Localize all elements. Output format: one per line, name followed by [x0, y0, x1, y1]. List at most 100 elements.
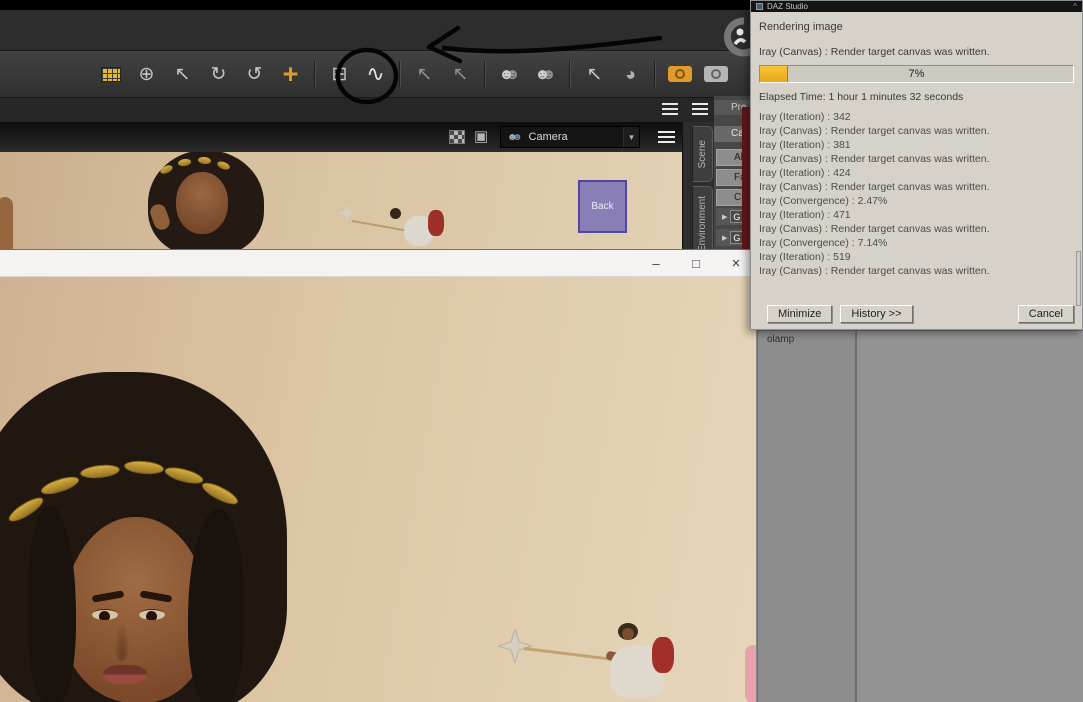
aspect-frame-icon[interactable] [449, 130, 465, 144]
dialog-heading: Rendering image [759, 21, 843, 33]
progress-percent: 7% [908, 68, 925, 80]
panel-divider[interactable] [855, 331, 857, 702]
globe-glyph: ⊕ [138, 63, 155, 85]
mini-pointer-glyph: ↖ [452, 63, 469, 85]
render-window-titlebar[interactable]: – □ × [0, 250, 756, 277]
cube-view-icon[interactable]: ▣ [474, 127, 488, 145]
elapsed-time: Elapsed Time: 1 hour 1 minutes 32 second… [759, 91, 964, 103]
expand-arrow-icon[interactable]: ▶ [722, 234, 727, 242]
nose-shadow [114, 619, 130, 661]
panel-section [857, 331, 1083, 702]
small-figure-red [428, 210, 444, 236]
rotate-glyph: ↻ [210, 63, 227, 85]
pointer-glyph: ↖ [174, 63, 191, 85]
people-icon: ☻ [507, 131, 518, 143]
bottom-right-panel: olamp [757, 330, 1083, 702]
sub-toolbar-strip [0, 98, 750, 122]
camera-selector-label: Camera [528, 131, 568, 143]
render-status: Iray (Canvas) : Render target canvas was… [759, 46, 990, 58]
figure-face-shape [176, 172, 228, 234]
buttons-spacer [921, 305, 1010, 323]
tab-scene[interactable]: Scene [692, 126, 713, 182]
viewport-toolbar: ▣ ☻ Camera ▼ [0, 122, 682, 152]
dialog-body: Rendering image Iray (Canvas) : Render t… [751, 12, 1082, 329]
render-image [0, 277, 756, 702]
iris [99, 611, 110, 620]
orange-camera-glyph [667, 66, 692, 82]
pointer-tool-icon[interactable]: ↖ [167, 56, 198, 92]
gray-camera-glyph [703, 66, 728, 82]
surface-pointer-icon[interactable]: ↖ [409, 56, 440, 92]
pointer-gear-icon[interactable]: ↖ [579, 56, 610, 92]
log-line: Iray (Canvas) : Render target canvas was… [759, 153, 990, 165]
surface-pointer-glyph: ↖ [416, 63, 433, 85]
expand-arrow-icon[interactable]: ▶ [722, 213, 727, 221]
figures-glyph: ☻ [498, 65, 515, 83]
scene-item-label: olamp [767, 334, 795, 345]
figure-camera-icon[interactable]: ☻ [530, 56, 561, 92]
pointer-gear-glyph: ↖ [586, 63, 603, 85]
backdrop-box: Back [578, 180, 627, 233]
log-line: Iray (Canvas) : Render target canvas was… [759, 125, 990, 137]
figure-arm-shape [0, 197, 13, 257]
frame-glyph: ⊞ [331, 63, 348, 85]
figures-icon[interactable]: ☻ [494, 56, 525, 92]
mascot-body [733, 38, 747, 46]
toolbar-divider [399, 61, 401, 87]
render-progress-dialog: DAZ Studio ^ Rendering image Iray (Canva… [750, 0, 1083, 330]
history-button[interactable]: History >> [840, 305, 913, 323]
log-line: Iray (Canvas) : Render target canvas was… [759, 265, 990, 277]
grid-tool-icon[interactable] [95, 56, 126, 92]
dialog-buttons-row: Minimize History >> Cancel [759, 305, 1074, 323]
camera-lens [674, 69, 685, 79]
chevron-down-icon: ▼ [623, 127, 639, 147]
grid-glyph [100, 66, 121, 82]
scene-navigator-icon[interactable]: ⊕ [131, 56, 162, 92]
orbit-tool-icon[interactable]: ↺ [239, 56, 270, 92]
sphere-tool-icon[interactable]: ◕ [615, 56, 646, 92]
eye-left [92, 609, 118, 620]
maximize-button[interactable]: □ [676, 250, 716, 276]
render-log[interactable]: Iray (Iteration) : 342 Iray (Canvas) : R… [759, 110, 1074, 278]
minimize-dialog-button[interactable]: Minimize [767, 305, 833, 323]
log-line: Iray (Iteration) : 342 [759, 111, 851, 123]
toolbar-divider [314, 61, 316, 87]
log-line: Iray (Iteration) : 519 [759, 251, 851, 263]
mini-pointer-icon[interactable]: ↖ [445, 56, 476, 92]
log-line: Iray (Iteration) : 471 [759, 209, 851, 221]
log-line: Iray (Convergence) : 2.47% [759, 195, 888, 207]
joint-editor-icon[interactable]: ∿ [360, 56, 391, 92]
log-line: Iray (Iteration) : 381 [759, 139, 851, 151]
dialog-titlebar[interactable]: DAZ Studio ^ [751, 1, 1082, 12]
progress-bar: 7% [759, 65, 1074, 83]
log-line: Iray (Iteration) : 424 [759, 167, 851, 179]
rotate-tool-icon[interactable]: ↻ [203, 56, 234, 92]
sphere-glyph: ◕ [625, 63, 636, 84]
pink-shape [745, 645, 756, 702]
translate-tool-icon[interactable]: + [275, 56, 306, 92]
camera-selector[interactable]: ☻ Camera ▼ [500, 126, 640, 148]
pane-options-icon[interactable] [692, 103, 708, 116]
cancel-button[interactable]: Cancel [1017, 305, 1074, 323]
backdrop-label: Back [591, 201, 614, 212]
tab-scene-label: Scene [697, 139, 708, 169]
log-line: Iray (Canvas) : Render target canvas was… [759, 181, 990, 193]
log-scrollbar[interactable] [1076, 251, 1081, 306]
tab-environment-label: Environment [697, 195, 708, 253]
minimize-button[interactable]: – [636, 250, 676, 276]
small-figure-face [622, 628, 634, 640]
small-figure-head [390, 208, 401, 219]
collapse-icon[interactable]: ^ [1073, 2, 1077, 11]
daz-studio-screen: ⊕ ↖ ↻ ↺ + ⊞ ∿ ↖ ↖ ☻ ☻ ↖ ◕ ▣ ☻ Camera ▼ B… [0, 0, 1083, 702]
iris [146, 611, 157, 620]
pane-menu-icon[interactable] [658, 131, 675, 143]
dialog-title: DAZ Studio [767, 1, 808, 11]
log-line: Iray (Convergence) : 7.14% [759, 237, 888, 249]
joint-glyph: ∿ [366, 61, 385, 86]
frame-tool-icon[interactable]: ⊞ [324, 56, 355, 92]
wand-shape [351, 220, 412, 233]
figure-camera-glyph: ☻ [534, 65, 551, 83]
main-toolbar: ⊕ ↖ ↻ ↺ + ⊞ ∿ ↖ ↖ ☻ ☻ ↖ ◕ [0, 50, 750, 98]
render-camera-icon[interactable] [664, 56, 695, 92]
pane-options-icon[interactable] [662, 103, 678, 116]
